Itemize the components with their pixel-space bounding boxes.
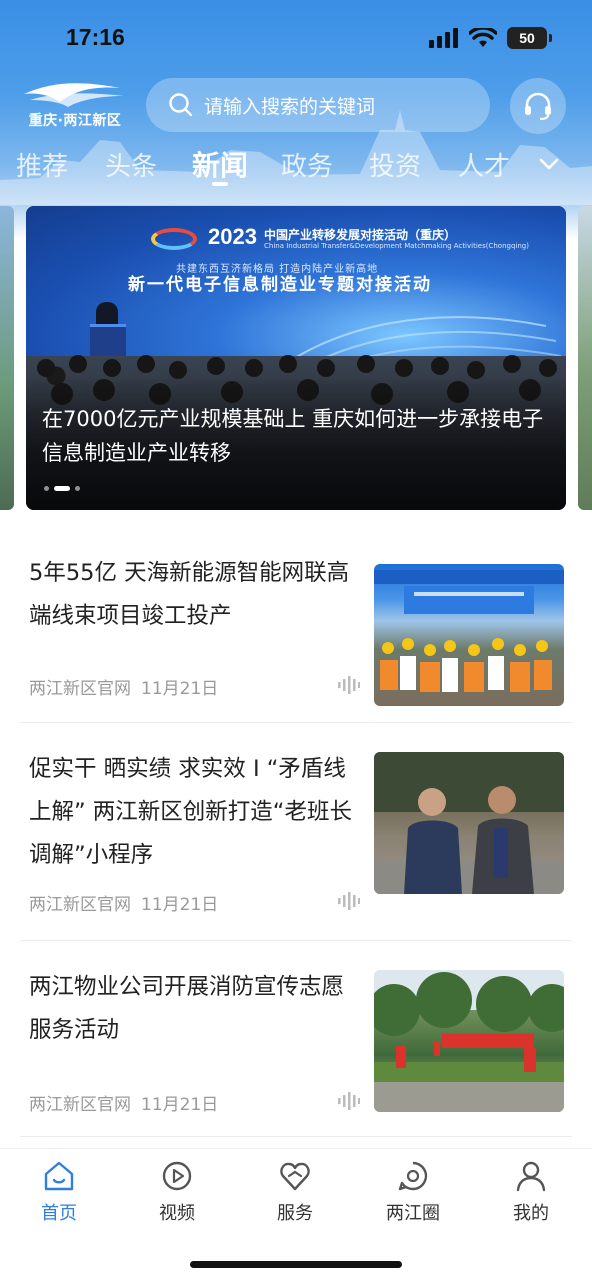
video-play-icon [162,1161,192,1191]
nav-label: 我的 [513,1203,549,1224]
news-date: 11月21日 [141,679,219,699]
banner-event-name-en: China Industrial Transfer&Development Ma… [264,242,529,250]
carousel-dot[interactable] [75,486,80,491]
banner-carousel[interactable]: 2023 中国产业转移发展对接活动（重庆） China Industrial T… [26,206,566,510]
carousel-dot-active[interactable] [54,486,70,491]
thumbnail-workers-scene [374,570,564,692]
home-indicator [190,1261,402,1268]
news-meta: 两江新区官网 11月21日 [29,1090,218,1115]
news-date: 11月21日 [141,1095,219,1115]
banner-event-name: 中国产业转移发展对接活动（重庆） [264,228,457,242]
news-meta: 两江新区官网 11月21日 [29,674,218,699]
tab-headlines[interactable]: 头条 [105,146,157,183]
audio-wave-icon[interactable] [338,676,360,694]
chevron-down-icon[interactable] [538,156,560,172]
thumbnail-two-men-scene [374,752,564,894]
wifi-icon [469,28,497,47]
tab-talent[interactable]: 人才 [458,146,510,183]
headset-icon [525,92,551,121]
news-date: 11月21日 [141,895,219,915]
list-divider [20,722,572,723]
banner-event-year: 2023 [208,224,257,249]
status-icons: 50 [429,27,552,49]
service-icon [280,1162,310,1191]
event-logo-icon [151,228,197,250]
status-bar: 17:16 50 [0,0,592,78]
audio-wave-icon[interactable] [338,892,360,910]
home-icon [44,1161,74,1191]
logo-text: 重庆·两江新区 [28,113,122,129]
customer-service-button[interactable] [510,78,566,134]
nav-video[interactable]: 视频 [132,1159,222,1225]
nav-label: 两江圈 [386,1203,440,1224]
news-title[interactable]: 5年55亿 天海新能源智能网联高端线束项目竣工投产 [29,552,357,638]
circle-icon [398,1161,428,1191]
carousel-prev-peek[interactable] [0,206,14,510]
thumbnail-park-scene [374,970,564,1112]
active-tab-indicator [212,182,228,186]
list-divider [20,1136,572,1137]
news-title[interactable]: 促实干 晒实绩 求实效 I “矛盾线上解” 两江新区创新打造“老班长调解”小程序 [29,748,357,877]
search-icon [169,93,193,117]
nav-label: 首页 [41,1203,77,1224]
news-source: 两江新区官网 [29,1095,131,1115]
wing-logo-icon [24,83,124,107]
category-tabs: 推荐 头条 新闻 政务 投资 人才 [0,140,592,190]
news-source: 两江新区官网 [29,679,131,699]
nav-service[interactable]: 服务 [250,1159,340,1225]
tab-news[interactable]: 新闻 [192,144,248,184]
carousel-dot[interactable] [44,486,49,491]
app-logo[interactable]: 重庆·两江新区 [20,80,130,132]
person-icon [516,1161,546,1192]
status-time: 17:16 [66,24,125,50]
nav-circle[interactable]: 两江圈 [368,1159,458,1225]
nav-profile[interactable]: 我的 [486,1159,576,1225]
news-source: 两江新区官网 [29,895,131,915]
tab-investment[interactable]: 投资 [369,146,421,183]
news-title[interactable]: 两江物业公司开展消防宣传志愿服务活动 [29,966,357,1052]
search-input[interactable]: 请输入搜索的关键词 [146,78,490,132]
news-thumbnail[interactable] [374,564,564,706]
audio-wave-icon[interactable] [338,1092,360,1110]
news-thumbnail[interactable] [374,752,564,894]
carousel-dots [44,486,80,491]
nav-label: 服务 [277,1203,313,1224]
battery-indicator: 50 [507,27,547,49]
list-divider [20,940,572,941]
news-meta: 两江新区官网 11月21日 [29,890,218,915]
tab-recommend[interactable]: 推荐 [16,146,68,183]
news-thumbnail[interactable] [374,970,564,1112]
search-placeholder: 请输入搜索的关键词 [204,95,376,118]
nav-label: 视频 [159,1203,195,1224]
cellular-signal-icon [429,28,458,48]
carousel-next-peek[interactable] [578,206,592,510]
nav-home[interactable]: 首页 [14,1159,104,1225]
battery-tip [549,34,552,42]
banner-caption[interactable]: 在7000亿元产业规模基础上 重庆如何进一步承接电子信息制造业产业转移 [42,402,557,470]
tab-government[interactable]: 政务 [281,146,333,183]
